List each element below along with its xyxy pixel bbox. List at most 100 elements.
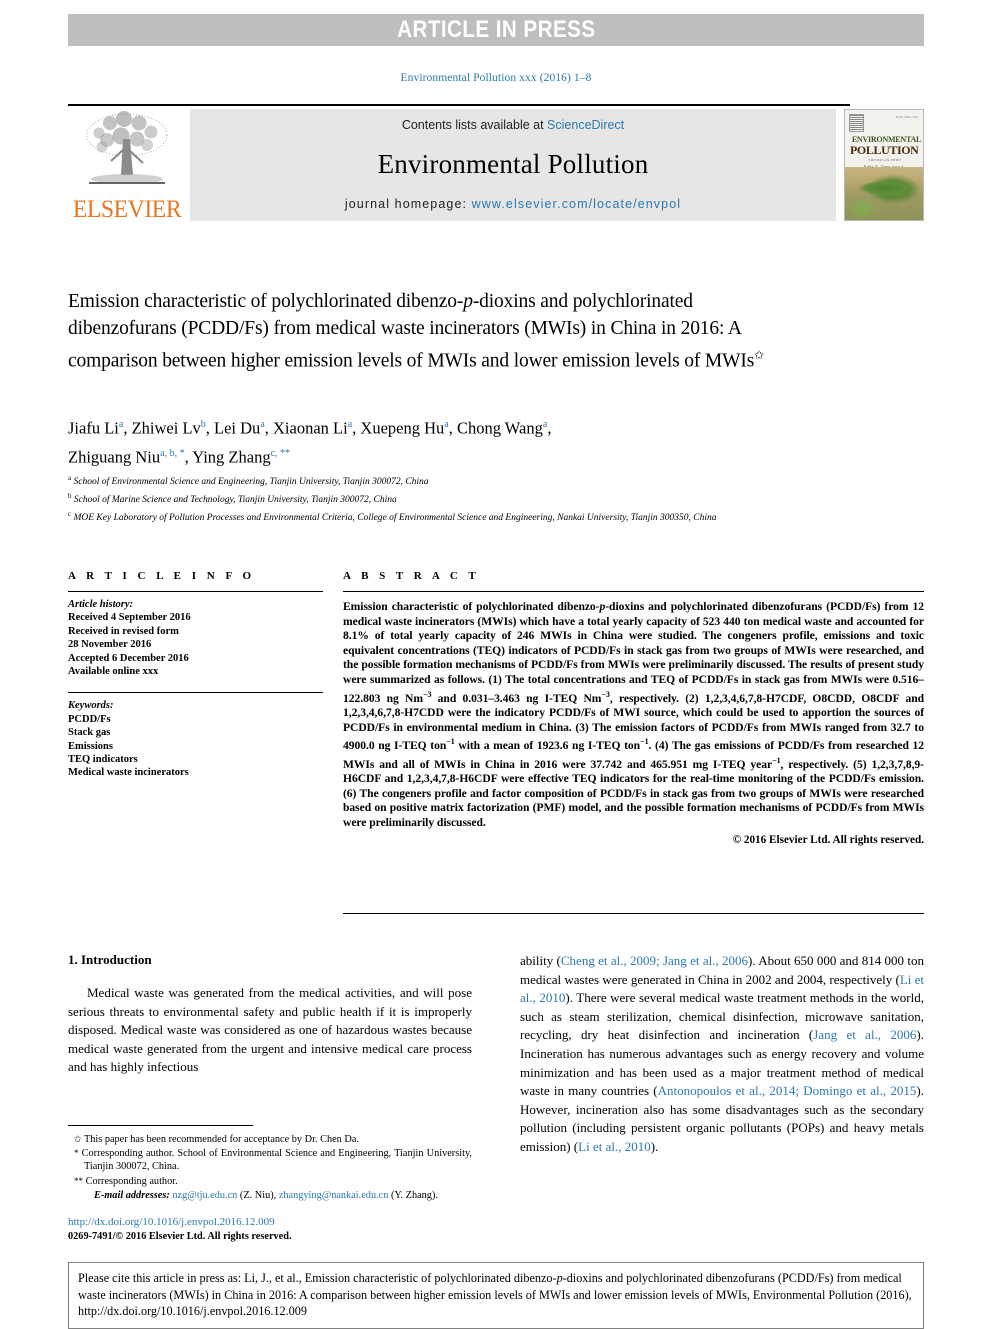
article-history-label: Article history: <box>68 599 134 610</box>
affiliation-mark: c <box>68 509 72 518</box>
footnote-corresponding-1: * Corresponding author. School of Enviro… <box>68 1147 472 1173</box>
intro-paragraph-left: Medical waste was generated from the med… <box>68 985 472 1075</box>
sciencedirect-link[interactable]: ScienceDirect <box>547 118 624 132</box>
cover-elsevier-mark-icon <box>849 114 864 132</box>
journal-cover-thumbnail: ISSN 0269-7491 ENVIRONMENTAL POLLUTION E… <box>844 109 924 221</box>
doi-link[interactable]: http://dx.doi.org/10.1016/j.envpol.2016.… <box>68 1216 275 1228</box>
affiliation-item: c MOE Key Laboratory of Pollution Proces… <box>68 508 878 526</box>
journal-title: Environmental Pollution <box>377 149 649 179</box>
journal-masthead: ELSEVIER Contents lists available at Sci… <box>68 104 924 224</box>
footnote-corresponding-2: ** Corresponding author. <box>68 1175 472 1188</box>
article-history-item: Available online xxx <box>68 666 159 678</box>
cover-subtitle-1: EDITORS-IN-CHIEF <box>868 158 902 162</box>
author-name: Jiafu Li <box>68 418 119 438</box>
author-affil-mark: a, b, * <box>160 447 185 459</box>
author-name: Chong Wang <box>456 418 543 438</box>
intro-paragraph-right: ability (Cheng et al., 2009; Jang et al.… <box>520 952 924 1157</box>
abstract-text: Emission characteristic of polychlorinat… <box>343 600 925 829</box>
citation-link[interactable]: Antonopoulos et al., 2014; Domingo et al… <box>658 1083 917 1098</box>
article-info-panel: A R T I C L E I N F O Article history: R… <box>68 570 323 780</box>
footnote-email-line: E-mail addresses: nzg@tju.edu.cn (Z. Niu… <box>68 1189 472 1202</box>
footnote-block: ✩ This paper has been recommended for ac… <box>68 1133 472 1202</box>
affiliation-item: a School of Environmental Science and En… <box>68 472 878 490</box>
article-history-item: Accepted 6 December 2016 <box>68 652 189 664</box>
citation-link[interactable]: Li et al., 2010 <box>578 1139 651 1154</box>
email-label: E-mail addresses: <box>94 1189 170 1201</box>
article-title-text: Emission characteristic of polychlorinat… <box>68 291 755 372</box>
contents-available-line: Contents lists available at ScienceDirec… <box>402 118 624 132</box>
author-name: Ying Zhang <box>192 447 271 466</box>
affiliation-item: b School of Marine Science and Technolog… <box>68 490 878 508</box>
contents-prefix: Contents lists available at <box>401 118 548 132</box>
section-heading-introduction: 1. Introduction <box>68 952 152 967</box>
email-owner-1: (Z. Niu), <box>239 1189 277 1201</box>
body-column-left: 1. Introduction Medical waste was genera… <box>68 952 472 1077</box>
text-run: ). <box>650 1138 659 1154</box>
footnote-marker: ✩ <box>74 1134 82 1144</box>
abstract-copyright: © 2016 Elsevier Ltd. All rights reserved… <box>732 834 924 847</box>
keywords-label: Keywords: <box>68 700 114 712</box>
page-title: Emission characteristic of polychlorinat… <box>68 288 768 375</box>
author-affil-mark: c, ** <box>270 447 291 459</box>
footnote-text: This paper has been recommended for acce… <box>83 1134 359 1145</box>
keywords-group: Keywords: PCDD/Fs Stack gas Emissions TE… <box>68 699 323 779</box>
affiliation-text: School of Marine Science and Technology,… <box>73 494 397 505</box>
author-name: Zhiguang Niu <box>68 447 161 466</box>
author-name: Lei Du <box>214 418 261 438</box>
article-in-press-label: ARTICLE IN PRESS <box>396 16 596 43</box>
article-history-item: Received 4 September 2016 <box>68 612 191 624</box>
journal-homepage-link[interactable]: www.elsevier.com/locate/envpol <box>472 197 681 211</box>
author-affil-mark: a <box>347 419 353 430</box>
email-link-2[interactable]: zhangying@nankai.edu.cn <box>279 1190 389 1201</box>
keyword-item: Stack gas <box>68 727 111 739</box>
abstract-bottom-rule <box>343 913 924 914</box>
email-link-1[interactable]: nzg@tju.edu.cn <box>172 1190 237 1201</box>
author-affil-mark: a <box>118 419 124 430</box>
citation-link[interactable]: Jang et al., 2006 <box>813 1027 916 1042</box>
author-affil-mark: a <box>260 419 265 430</box>
article-history-group: Article history: Received 4 September 20… <box>68 598 323 678</box>
footnote-marker: * <box>74 1148 79 1159</box>
text-run: ability ( <box>520 953 561 968</box>
cover-issn-note: ISSN 0269-7491 <box>895 115 919 119</box>
homepage-prefix: journal homepage: <box>344 197 472 211</box>
author-affil-mark: a <box>542 419 548 430</box>
elsevier-logo: ELSEVIER <box>68 109 186 224</box>
email-owner-2: (Y. Zhang). <box>390 1189 438 1201</box>
affiliation-text: School of Environmental Science and Engi… <box>73 477 429 488</box>
keyword-item: PCDD/Fs <box>68 713 111 725</box>
article-info-heading: A R T I C L E I N F O <box>68 570 256 582</box>
journal-reference-line: Environmental Pollution xxx (2016) 1–8 <box>400 72 592 84</box>
citation-notice-box: Please cite this article in press as: Li… <box>68 1262 924 1329</box>
article-info-separator <box>68 692 323 694</box>
citation-notice-text: Please cite this article in press as: Li… <box>78 1271 912 1319</box>
abstract-rule <box>343 591 924 592</box>
keyword-item: Emissions <box>68 740 113 752</box>
author-name: Xuepeng Hu <box>360 418 445 438</box>
footnote-text: Corresponding author. School of Environm… <box>81 1148 473 1173</box>
author-name: Xiaonan Li <box>273 418 348 438</box>
masthead-top-rule <box>68 104 850 106</box>
body-column-right: ability (Cheng et al., 2009; Jang et al.… <box>520 952 924 1157</box>
footnote-rule <box>68 1125 253 1126</box>
affiliation-mark: b <box>68 491 72 500</box>
abstract-heading: A B S T R A C T <box>343 570 480 582</box>
affiliation-mark: a <box>68 474 72 482</box>
title-footnote-marker: ✩ <box>754 348 765 362</box>
cover-title-line2: POLLUTION <box>850 143 919 157</box>
abstract-panel: A B S T R A C T Emission characteristic … <box>343 570 924 846</box>
keyword-item: Medical waste incinerators <box>68 767 189 779</box>
article-history-item: 28 November 2016 <box>68 639 152 651</box>
affiliation-text: MOE Key Laboratory of Pollution Processe… <box>73 512 717 523</box>
article-in-press-banner: ARTICLE IN PRESS <box>68 14 924 46</box>
citation-link[interactable]: Cheng et al., 2009; Jang et al., 2006 <box>561 953 748 968</box>
elsevier-tree-icon <box>86 111 168 184</box>
article-info-rule <box>68 591 323 592</box>
affiliation-list: a School of Environmental Science and En… <box>68 472 878 525</box>
cover-photo-image <box>845 167 923 220</box>
elsevier-wordmark: ELSEVIER <box>72 196 182 223</box>
contents-panel: Contents lists available at ScienceDirec… <box>190 109 836 221</box>
author-list: Jiafu Lia, Zhiwei Lvb, Lei Dua, Xiaonan … <box>68 418 552 467</box>
author-affil-mark: b <box>200 419 206 430</box>
author-name: Zhiwei Lv <box>131 418 201 438</box>
